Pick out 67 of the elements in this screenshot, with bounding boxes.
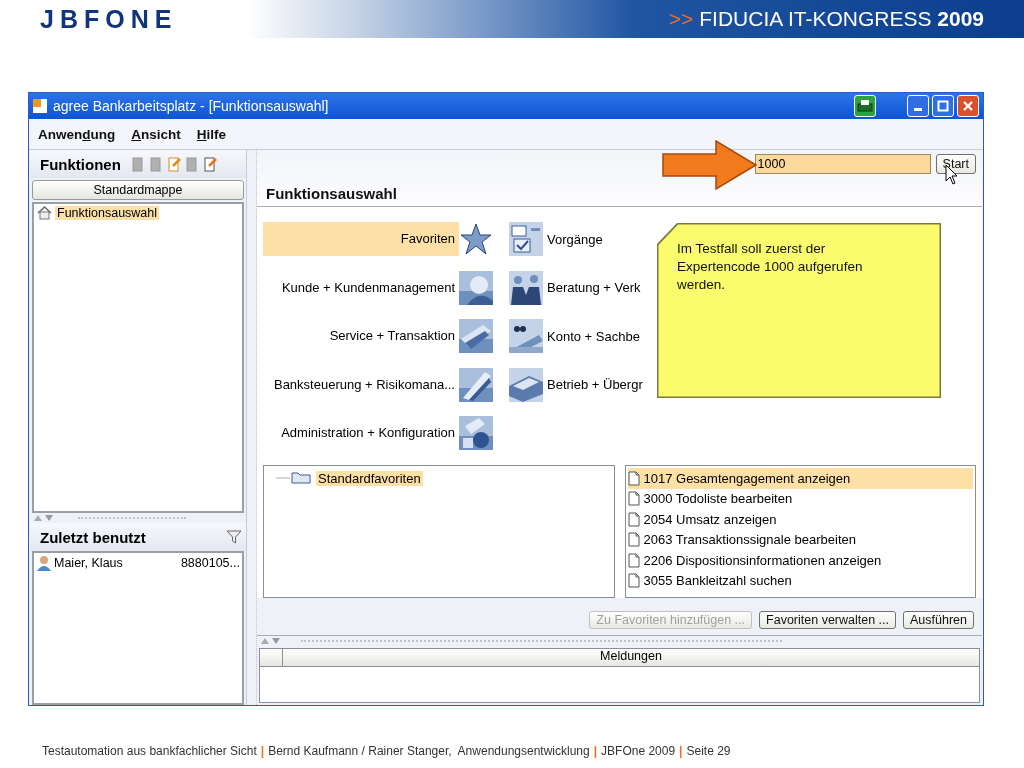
category-item[interactable]: Kunde + Kundenmanagement xyxy=(263,270,459,305)
arrow-icon xyxy=(662,140,758,190)
footer-text: Seite 29 xyxy=(686,744,731,758)
minimize-icon xyxy=(914,108,922,111)
folder-button[interactable]: Standardmappe xyxy=(32,180,244,200)
separator: | xyxy=(260,744,265,758)
person-icon xyxy=(36,555,52,571)
logo: JBFONE xyxy=(40,4,178,34)
document-icon xyxy=(627,532,640,548)
person-number: 8880105... xyxy=(180,556,240,570)
list-item[interactable]: 3055 Bankleitzahl suchen xyxy=(627,570,973,591)
code-field[interactable]: 1000 xyxy=(754,154,931,174)
document-icon xyxy=(627,552,640,568)
close-button[interactable] xyxy=(957,95,979,117)
panel-title: Zuletzt benutzt xyxy=(40,528,146,546)
footer-text: Bernd Kaufmann / Rainer Stanger, Anwendungsentwicklung xyxy=(268,744,590,758)
collapse-arrows-icon[interactable] xyxy=(34,515,54,521)
category-item[interactable]: Konto + Sachbe xyxy=(545,328,642,344)
category-item[interactable]: Beratung + Verk xyxy=(545,280,643,296)
column-header: Meldungen xyxy=(599,649,663,665)
footer-text: JBFOne 2009 xyxy=(601,744,676,758)
list-item[interactable]: 1017 Gesamtengagement anzeigen xyxy=(627,468,973,489)
house-icon xyxy=(37,206,52,220)
maximize-button[interactable] xyxy=(932,95,954,117)
category-item[interactable]: Favoriten xyxy=(263,222,459,257)
document-icon xyxy=(627,491,640,507)
separator: | xyxy=(679,744,683,758)
star-icon xyxy=(459,222,493,257)
category-item[interactable]: Service + Transaktion xyxy=(263,319,459,354)
toolbar-icon[interactable] xyxy=(202,156,217,172)
document-icon xyxy=(627,470,640,486)
document-icon xyxy=(627,511,640,527)
list-item[interactable]: 3000 Todoliste bearbeiten xyxy=(627,488,973,509)
menu-item[interactable]: Ansicht xyxy=(131,126,181,142)
window-title: agree Bankarbeitsplatz - [Funktionsauswahl] xyxy=(53,98,329,114)
folder-icon xyxy=(276,471,312,486)
document-icon xyxy=(627,573,640,589)
tree-item[interactable]: Funktionsauswahl xyxy=(55,206,160,220)
collapse-arrows-icon[interactable] xyxy=(261,638,281,644)
person-name[interactable]: Maier, Klaus xyxy=(54,556,123,570)
app-icon xyxy=(33,99,47,113)
list-item[interactable]: 2206 Dispositionsinformationen anzeigen xyxy=(627,550,973,571)
note-text: Im Testfall soll zuerst der Expertencode 1000 aufgerufen werden. xyxy=(677,240,864,294)
title-prefix: >> xyxy=(668,7,694,31)
action-button[interactable]: Ausführen xyxy=(903,611,974,629)
category-item[interactable]: Administration + Konfiguration xyxy=(263,416,459,451)
minimize-button[interactable] xyxy=(907,95,929,117)
section-heading: Funktionsauswahl xyxy=(266,185,398,202)
list-item[interactable]: 2063 Transaktionssignale bearbeiten xyxy=(627,529,973,550)
toolbar-icon[interactable] xyxy=(166,156,181,172)
panel-title: Funktionen xyxy=(40,155,121,173)
printer-icon xyxy=(857,99,873,113)
print-button[interactable] xyxy=(854,95,876,117)
menu-item[interactable]: Anwendung xyxy=(38,126,116,142)
footer-text: Testautomation aus bankfachlicher Sicht xyxy=(42,744,257,758)
menu-item[interactable]: Hilfe xyxy=(196,126,227,142)
category-item[interactable]: Betrieb + Übergr xyxy=(545,377,645,393)
separator: | xyxy=(593,744,598,758)
close-icon xyxy=(962,100,974,112)
category-item[interactable]: Banksteuerung + Risikomana... xyxy=(263,367,459,402)
action-button[interactable]: Favoriten verwalten ... xyxy=(759,611,896,629)
tree-item[interactable]: Standardfavoriten xyxy=(316,470,423,486)
list-item[interactable]: 2054 Umsatz anzeigen xyxy=(627,509,973,530)
category-item[interactable]: Vorgänge xyxy=(545,231,605,247)
slide-title: FIDUCIA IT-KONGRESS 2009 xyxy=(699,7,984,31)
filter-icon[interactable] xyxy=(226,530,242,544)
maximize-icon xyxy=(937,100,949,112)
